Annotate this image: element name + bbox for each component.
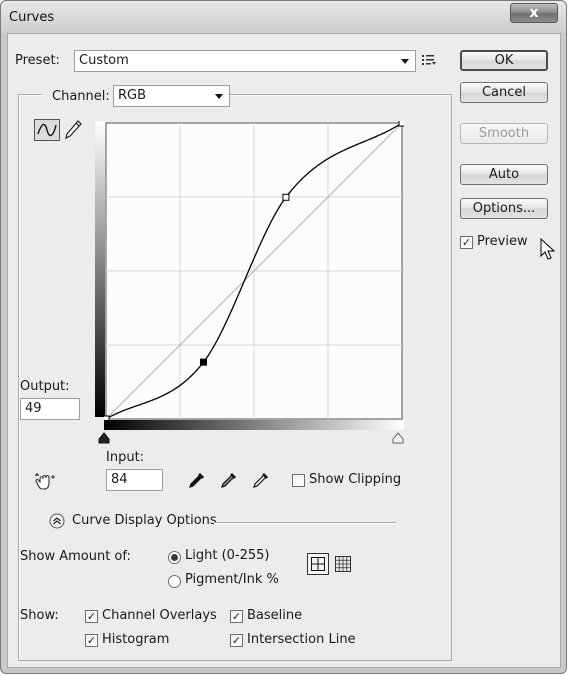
- light-label: Light (0-255): [185, 548, 270, 563]
- input-field[interactable]: 84: [106, 469, 163, 491]
- pencil-icon[interactable]: [64, 120, 82, 140]
- channel-value: RGB: [118, 88, 147, 103]
- control-point[interactable]: [398, 121, 404, 127]
- preview-label: Preview: [477, 234, 528, 249]
- gray-point-eyedropper-icon[interactable]: [220, 471, 238, 489]
- preview-checkbox[interactable]: ✓: [460, 236, 473, 249]
- selected-control-point[interactable]: [200, 358, 208, 366]
- close-button[interactable]: x: [510, 3, 558, 23]
- preset-options-icon[interactable]: [422, 54, 436, 66]
- show-amount-label: Show Amount of:: [20, 549, 131, 564]
- preset-select[interactable]: Custom: [74, 50, 416, 72]
- chevron-down-icon: [215, 94, 223, 99]
- show-clipping-label: Show Clipping: [309, 472, 402, 487]
- white-point-eyedropper-icon[interactable]: [252, 471, 270, 489]
- pigment-label: Pigment/Ink %: [185, 572, 279, 587]
- channel-select[interactable]: RGB: [113, 85, 230, 107]
- smooth-button[interactable]: Smooth: [460, 123, 548, 144]
- white-point-slider-icon[interactable]: [392, 432, 404, 444]
- histogram-checkbox[interactable]: ✓: [85, 634, 98, 647]
- options-button[interactable]: Options...: [460, 198, 548, 219]
- intersection-line-label: Intersection Line: [247, 632, 356, 647]
- dialog-body: Preset: Custom OK Cancel Smooth Auto Opt…: [7, 33, 561, 668]
- input-label: Input:: [106, 450, 145, 465]
- baseline-checkbox[interactable]: ✓: [230, 610, 243, 623]
- preset-label: Preset:: [15, 53, 60, 68]
- light-radio[interactable]: [168, 551, 181, 564]
- input-gradient-bar: [104, 420, 404, 430]
- ok-button[interactable]: OK: [460, 50, 548, 71]
- black-point-eyedropper-icon[interactable]: [188, 471, 206, 489]
- baseline-label: Baseline: [247, 608, 303, 623]
- curve-display-options-label: Curve Display Options: [72, 513, 217, 528]
- simple-grid-icon[interactable]: [307, 553, 329, 575]
- curves-dialog: Curves x Preset: Custom OK Cancel Smooth…: [0, 0, 567, 674]
- auto-button[interactable]: Auto: [460, 164, 548, 185]
- cancel-button[interactable]: Cancel: [460, 82, 548, 103]
- histogram-label: Histogram: [102, 632, 170, 647]
- detailed-grid-icon[interactable]: [335, 556, 351, 572]
- targeted-adjustment-hand-icon[interactable]: [34, 471, 56, 491]
- collapse-up-icon[interactable]: [49, 513, 65, 529]
- channel-label: Channel:: [42, 89, 114, 104]
- control-point[interactable]: [282, 193, 290, 201]
- channel-overlays-label: Channel Overlays: [102, 608, 217, 623]
- pigment-radio[interactable]: [168, 575, 181, 588]
- mouse-cursor-icon: [540, 238, 556, 260]
- show-clipping-checkbox[interactable]: [292, 474, 305, 487]
- channel-overlays-checkbox[interactable]: ✓: [85, 610, 98, 623]
- output-field[interactable]: 49: [20, 398, 80, 420]
- curve-graph[interactable]: [104, 121, 404, 421]
- preset-value: Custom: [79, 53, 129, 68]
- show-label: Show:: [20, 608, 59, 623]
- curve-point-icon[interactable]: [34, 119, 60, 141]
- intersection-line-checkbox[interactable]: ✓: [230, 634, 243, 647]
- divider: [214, 522, 396, 524]
- window-title: Curves: [9, 10, 55, 25]
- title-bar[interactable]: Curves x: [1, 1, 566, 33]
- chevron-down-icon: [401, 59, 409, 64]
- output-label: Output:: [20, 379, 70, 394]
- black-point-slider-icon[interactable]: [98, 432, 110, 444]
